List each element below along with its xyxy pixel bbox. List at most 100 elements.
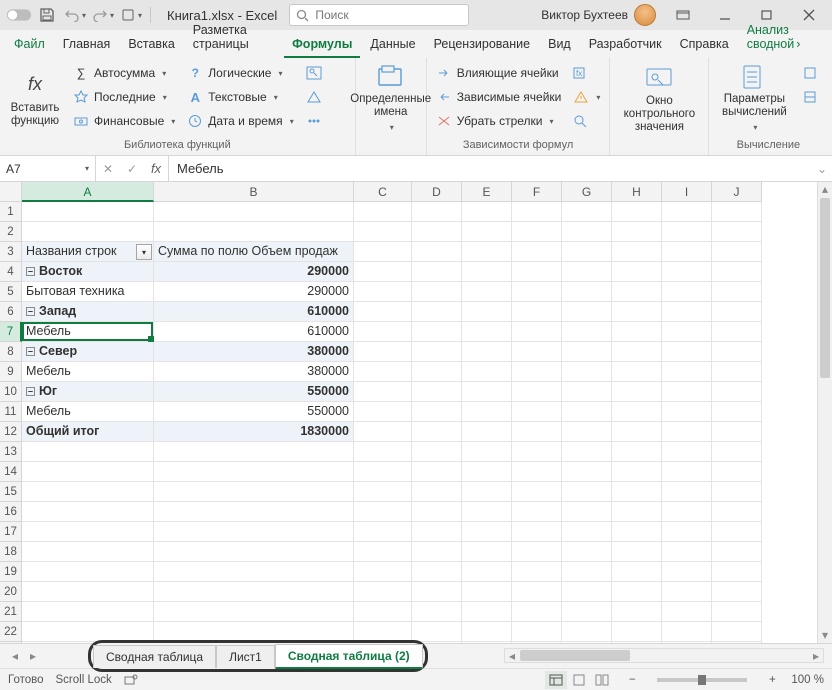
vertical-scrollbar[interactable]: ▴ ▾ — [817, 182, 832, 643]
cell[interactable]: Сумма по полю Объем продаж — [154, 242, 354, 262]
cell[interactable] — [612, 442, 662, 462]
watch-window-button[interactable]: Окно контрольного значения — [616, 62, 702, 134]
cell[interactable] — [412, 582, 462, 602]
cell[interactable] — [662, 422, 712, 442]
cell[interactable] — [354, 302, 412, 322]
cell[interactable] — [462, 222, 512, 242]
cell[interactable] — [512, 502, 562, 522]
cell[interactable] — [412, 242, 462, 262]
cell[interactable] — [22, 502, 154, 522]
sheet-tab-1[interactable]: Лист1 — [216, 645, 275, 668]
cell[interactable] — [712, 242, 762, 262]
cell[interactable] — [512, 322, 562, 342]
cell[interactable] — [662, 602, 712, 622]
math-trig-button[interactable] — [303, 86, 325, 108]
cell[interactable] — [512, 202, 562, 222]
cell[interactable] — [562, 502, 612, 522]
cell[interactable]: Общий итог — [22, 422, 154, 442]
sheet-nav-prev[interactable]: ◂ — [6, 647, 24, 665]
cell[interactable] — [712, 442, 762, 462]
cell[interactable]: Мебель — [22, 322, 154, 342]
cell[interactable] — [662, 582, 712, 602]
row-header[interactable]: 8 — [0, 342, 22, 362]
column-header[interactable]: A — [22, 182, 154, 202]
column-header[interactable]: E — [462, 182, 512, 202]
cell[interactable] — [354, 502, 412, 522]
row-header[interactable]: 15 — [0, 482, 22, 502]
cell[interactable] — [612, 302, 662, 322]
cell[interactable] — [662, 202, 712, 222]
cell[interactable] — [562, 482, 612, 502]
cell[interactable]: 380000 — [154, 342, 354, 362]
evaluate-formula-button[interactable] — [570, 110, 603, 132]
cell[interactable]: –Запад — [22, 302, 154, 322]
accept-formula-button[interactable]: ✓ — [120, 156, 144, 181]
tab-insert[interactable]: Вставка — [120, 31, 182, 58]
cell[interactable] — [412, 502, 462, 522]
cell[interactable] — [562, 422, 612, 442]
cell[interactable] — [512, 342, 562, 362]
cell[interactable] — [512, 302, 562, 322]
cell[interactable] — [512, 582, 562, 602]
tab-review[interactable]: Рецензирование — [426, 31, 539, 58]
cell[interactable] — [462, 282, 512, 302]
cell[interactable] — [612, 262, 662, 282]
cell[interactable] — [662, 462, 712, 482]
cell[interactable]: 290000 — [154, 262, 354, 282]
scroll-up-button[interactable]: ▴ — [818, 182, 832, 197]
cell[interactable] — [354, 462, 412, 482]
cell[interactable] — [512, 462, 562, 482]
cell[interactable] — [562, 302, 612, 322]
cell[interactable] — [712, 402, 762, 422]
autosum-button[interactable]: ∑Автосумма▾ — [70, 62, 178, 84]
cell[interactable] — [412, 302, 462, 322]
collapse-icon[interactable]: – — [26, 307, 35, 316]
cell[interactable] — [154, 622, 354, 642]
cell[interactable] — [512, 562, 562, 582]
cell[interactable] — [562, 282, 612, 302]
cell[interactable] — [462, 502, 512, 522]
name-manager-button[interactable]: Определенные имена▾ — [362, 62, 420, 134]
cell[interactable] — [512, 522, 562, 542]
cell[interactable] — [462, 582, 512, 602]
cell[interactable] — [22, 462, 154, 482]
cells[interactable]: Названия строкСумма по полю Объем продаж… — [22, 202, 762, 644]
cell[interactable] — [612, 222, 662, 242]
cell[interactable] — [354, 602, 412, 622]
cell[interactable]: –Север — [22, 342, 154, 362]
cell[interactable] — [462, 362, 512, 382]
cell[interactable] — [412, 542, 462, 562]
tab-developer[interactable]: Разработчик — [581, 31, 670, 58]
calc-sheet-button[interactable] — [799, 86, 821, 108]
row-header[interactable]: 3 — [0, 242, 22, 262]
cell[interactable] — [562, 622, 612, 642]
cell[interactable] — [712, 422, 762, 442]
column-header[interactable]: C — [354, 182, 412, 202]
cell[interactable] — [562, 342, 612, 362]
cell[interactable] — [462, 302, 512, 322]
cell[interactable] — [154, 562, 354, 582]
cell[interactable] — [612, 602, 662, 622]
cell[interactable] — [712, 362, 762, 382]
row-header[interactable]: 14 — [0, 462, 22, 482]
cell[interactable] — [662, 402, 712, 422]
worksheet-grid[interactable]: ABCDEFGHIJ 12345678910111213141516171819… — [0, 182, 832, 644]
cell[interactable] — [562, 442, 612, 462]
row-header[interactable]: 4 — [0, 262, 22, 282]
more-functions-button[interactable] — [303, 110, 325, 132]
save-button[interactable] — [34, 3, 60, 27]
cell[interactable] — [462, 382, 512, 402]
cell[interactable] — [662, 282, 712, 302]
cell[interactable] — [662, 302, 712, 322]
show-formulas-button[interactable]: fx — [570, 62, 603, 84]
cell[interactable] — [612, 562, 662, 582]
row-header[interactable]: 5 — [0, 282, 22, 302]
row-header[interactable]: 13 — [0, 442, 22, 462]
cell[interactable] — [612, 582, 662, 602]
row-header[interactable]: 20 — [0, 582, 22, 602]
cell[interactable] — [354, 362, 412, 382]
column-header[interactable]: I — [662, 182, 712, 202]
cell[interactable] — [562, 562, 612, 582]
cell[interactable]: –Восток — [22, 262, 154, 282]
cell[interactable] — [412, 482, 462, 502]
